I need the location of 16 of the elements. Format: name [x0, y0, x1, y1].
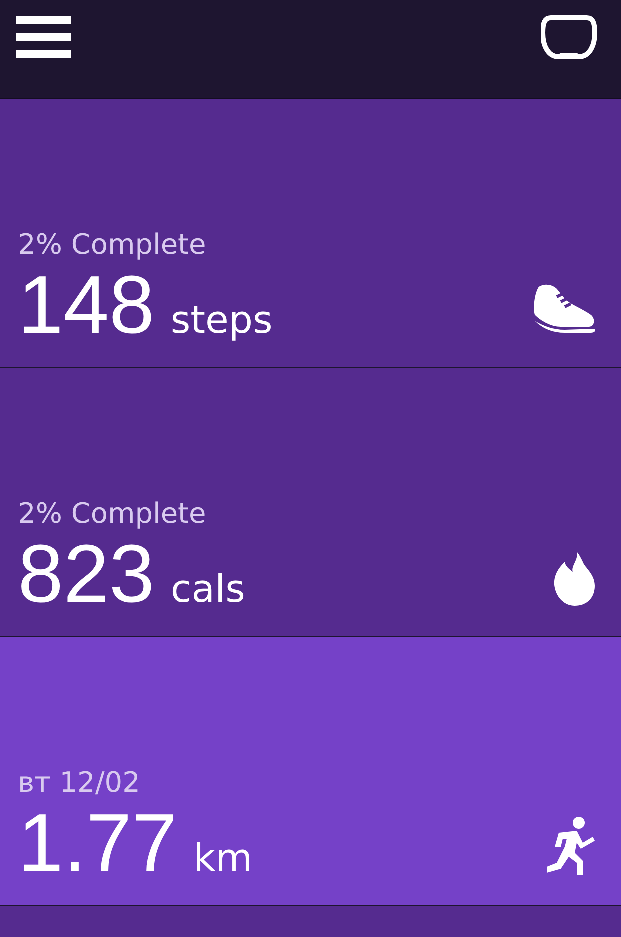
runner-icon	[547, 817, 597, 875]
tile-caption: вт 12/02	[18, 766, 142, 799]
stat-unit: steps	[170, 298, 273, 342]
stat-value: 148	[18, 265, 155, 347]
tile-caption: 2% Complete	[18, 497, 208, 530]
stat-tile[interactable]: 2% Complete 823 cals	[0, 368, 621, 637]
flame-icon	[553, 552, 597, 606]
tile-caption: 2% Complete	[18, 228, 208, 261]
stat-unit: cals	[170, 567, 246, 611]
stat-value: 1.77	[18, 803, 178, 885]
stat-unit: km	[194, 836, 253, 880]
stat-value: 823	[18, 534, 155, 616]
stat-tile[interactable]: 2% Complete 148 steps	[0, 99, 621, 368]
menu-icon[interactable]	[16, 15, 71, 59]
fitness-band-icon[interactable]	[541, 15, 597, 61]
stat-tile[interactable]: вт 12/02 1.77 km	[0, 637, 621, 906]
